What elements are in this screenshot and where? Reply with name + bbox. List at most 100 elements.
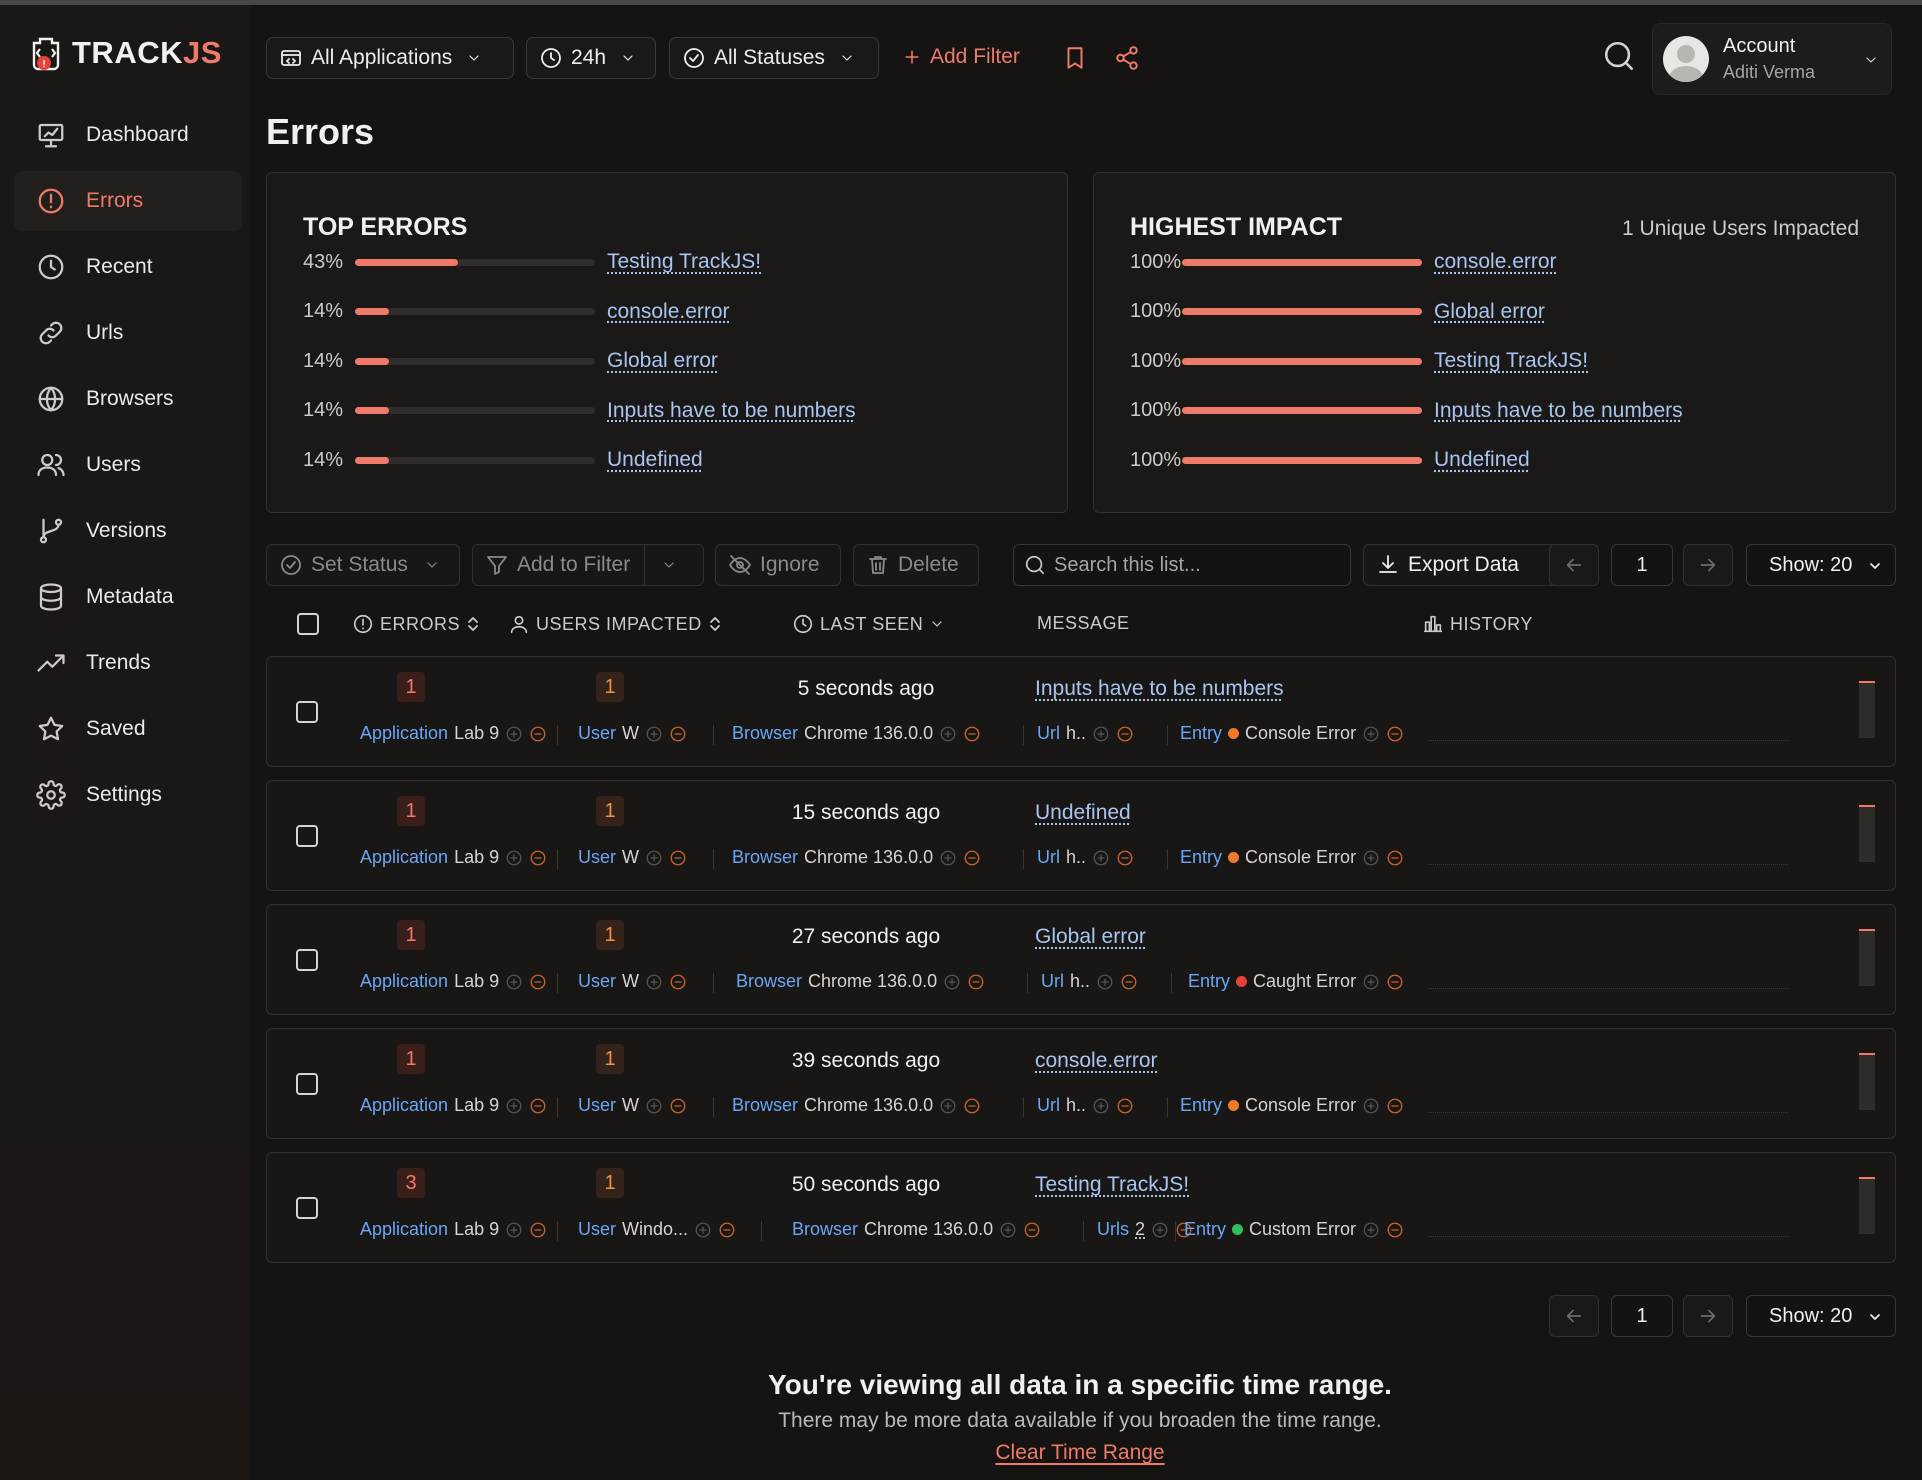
exclude-filter-icon[interactable] bbox=[669, 973, 687, 991]
next-page-button-bottom[interactable] bbox=[1683, 1295, 1733, 1337]
sidebar-item-users[interactable]: Users bbox=[14, 435, 242, 495]
column-errors[interactable]: ERRORS bbox=[352, 613, 480, 635]
exclude-filter-icon[interactable] bbox=[529, 1221, 547, 1239]
trackjs-logo[interactable]: ! TRACKJS bbox=[26, 33, 222, 73]
error-link[interactable]: console.error bbox=[1434, 250, 1557, 274]
include-filter-icon[interactable] bbox=[505, 849, 523, 867]
exclude-filter-icon[interactable] bbox=[718, 1221, 736, 1239]
error-message-link[interactable]: Global error bbox=[1035, 925, 1146, 949]
error-link[interactable]: Testing TrackJS! bbox=[607, 250, 761, 274]
prev-page-button[interactable] bbox=[1549, 544, 1599, 586]
row-checkbox[interactable] bbox=[296, 949, 318, 971]
include-filter-icon[interactable] bbox=[1092, 849, 1110, 867]
column-users-impacted[interactable]: USERS IMPACTED bbox=[508, 613, 722, 635]
column-last-seen[interactable]: LAST SEEN bbox=[792, 613, 945, 635]
table-row[interactable]: 1 1 15 seconds ago Undefined Application Lab … bbox=[266, 780, 1896, 891]
row-checkbox[interactable] bbox=[296, 701, 318, 723]
share-icon[interactable] bbox=[1114, 45, 1140, 71]
include-filter-icon[interactable] bbox=[505, 725, 523, 743]
page-size-select[interactable]: Show: 20 bbox=[1746, 544, 1896, 586]
error-link[interactable]: Global error bbox=[607, 349, 718, 373]
include-filter-icon[interactable] bbox=[1096, 973, 1114, 991]
include-filter-icon[interactable] bbox=[1092, 725, 1110, 743]
include-filter-icon[interactable] bbox=[1362, 1097, 1380, 1115]
sidebar-item-errors[interactable]: Errors bbox=[14, 171, 242, 231]
error-link[interactable]: Undefined bbox=[1434, 448, 1530, 472]
page-number[interactable]: 1 bbox=[1611, 544, 1673, 586]
include-filter-icon[interactable] bbox=[645, 849, 663, 867]
error-link[interactable]: Global error bbox=[1434, 300, 1545, 324]
exclude-filter-icon[interactable] bbox=[1386, 1221, 1404, 1239]
exclude-filter-icon[interactable] bbox=[1386, 725, 1404, 743]
include-filter-icon[interactable] bbox=[505, 973, 523, 991]
add-filter-button[interactable]: Add Filter bbox=[902, 45, 1020, 69]
error-message-link[interactable]: Undefined bbox=[1035, 801, 1131, 825]
include-filter-icon[interactable] bbox=[645, 973, 663, 991]
meta-value[interactable]: 2 bbox=[1135, 1219, 1145, 1240]
exclude-filter-icon[interactable] bbox=[669, 849, 687, 867]
exclude-filter-icon[interactable] bbox=[1386, 1097, 1404, 1115]
exclude-filter-icon[interactable] bbox=[1386, 973, 1404, 991]
error-message-link[interactable]: Inputs have to be numbers bbox=[1035, 677, 1284, 701]
error-message-link[interactable]: console.error bbox=[1035, 1049, 1158, 1073]
account-menu[interactable]: Account Aditi Verma bbox=[1652, 23, 1892, 95]
include-filter-icon[interactable] bbox=[505, 1097, 523, 1115]
timerange-dropdown[interactable]: 24h bbox=[526, 37, 656, 79]
table-row[interactable]: 1 1 5 seconds ago Inputs have to be numbers… bbox=[266, 656, 1896, 767]
page-size-select-bottom[interactable]: Show: 20 bbox=[1746, 1295, 1896, 1337]
include-filter-icon[interactable] bbox=[939, 1097, 957, 1115]
include-filter-icon[interactable] bbox=[1362, 725, 1380, 743]
include-filter-icon[interactable] bbox=[1362, 1221, 1380, 1239]
sidebar-item-saved[interactable]: Saved bbox=[14, 699, 242, 759]
row-checkbox[interactable] bbox=[296, 825, 318, 847]
select-all-checkbox[interactable] bbox=[297, 613, 319, 635]
next-page-button[interactable] bbox=[1683, 544, 1733, 586]
set-status-button[interactable]: Set Status bbox=[266, 544, 460, 586]
sidebar-item-browsers[interactable]: Browsers bbox=[14, 369, 242, 429]
search-input[interactable] bbox=[1054, 553, 1334, 577]
exclude-filter-icon[interactable] bbox=[529, 1097, 547, 1115]
row-checkbox[interactable] bbox=[296, 1073, 318, 1095]
table-row[interactable]: 3 1 50 seconds ago Testing TrackJS! Applicat… bbox=[266, 1152, 1896, 1263]
delete-button[interactable]: Delete bbox=[853, 544, 979, 586]
table-row[interactable]: 1 1 39 seconds ago console.error Application… bbox=[266, 1028, 1896, 1139]
include-filter-icon[interactable] bbox=[1092, 1097, 1110, 1115]
exclude-filter-icon[interactable] bbox=[1116, 725, 1134, 743]
exclude-filter-icon[interactable] bbox=[1023, 1221, 1041, 1239]
exclude-filter-icon[interactable] bbox=[1116, 1097, 1134, 1115]
sidebar-item-urls[interactable]: Urls bbox=[14, 303, 242, 363]
exclude-filter-icon[interactable] bbox=[967, 973, 985, 991]
error-link[interactable]: console.error bbox=[607, 300, 730, 324]
error-message-link[interactable]: Testing TrackJS! bbox=[1035, 1173, 1189, 1197]
exclude-filter-icon[interactable] bbox=[669, 725, 687, 743]
include-filter-icon[interactable] bbox=[1362, 849, 1380, 867]
exclude-filter-icon[interactable] bbox=[529, 973, 547, 991]
exclude-filter-icon[interactable] bbox=[963, 1097, 981, 1115]
exclude-filter-icon[interactable] bbox=[1116, 849, 1134, 867]
include-filter-icon[interactable] bbox=[999, 1221, 1017, 1239]
exclude-filter-icon[interactable] bbox=[529, 725, 547, 743]
prev-page-button-bottom[interactable] bbox=[1549, 1295, 1599, 1337]
row-checkbox[interactable] bbox=[296, 1197, 318, 1219]
exclude-filter-icon[interactable] bbox=[669, 1097, 687, 1115]
sidebar-item-settings[interactable]: Settings bbox=[14, 765, 242, 825]
exclude-filter-icon[interactable] bbox=[1120, 973, 1138, 991]
applications-dropdown[interactable]: All Applications bbox=[266, 37, 514, 79]
include-filter-icon[interactable] bbox=[939, 849, 957, 867]
include-filter-icon[interactable] bbox=[1151, 1221, 1169, 1239]
include-filter-icon[interactable] bbox=[505, 1221, 523, 1239]
sidebar-item-metadata[interactable]: Metadata bbox=[14, 567, 242, 627]
include-filter-icon[interactable] bbox=[1362, 973, 1380, 991]
sidebar-item-dashboard[interactable]: Dashboard bbox=[14, 105, 242, 165]
error-link[interactable]: Testing TrackJS! bbox=[1434, 349, 1588, 373]
error-link[interactable]: Undefined bbox=[607, 448, 703, 472]
sidebar-item-recent[interactable]: Recent bbox=[14, 237, 242, 297]
bookmark-icon[interactable] bbox=[1062, 45, 1088, 71]
error-link[interactable]: Inputs have to be numbers bbox=[607, 399, 856, 423]
search-icon[interactable] bbox=[1602, 39, 1636, 73]
export-data-button[interactable]: Export Data bbox=[1363, 544, 1557, 586]
sidebar-item-versions[interactable]: Versions bbox=[14, 501, 242, 561]
include-filter-icon[interactable] bbox=[645, 1097, 663, 1115]
exclude-filter-icon[interactable] bbox=[963, 849, 981, 867]
include-filter-icon[interactable] bbox=[645, 725, 663, 743]
